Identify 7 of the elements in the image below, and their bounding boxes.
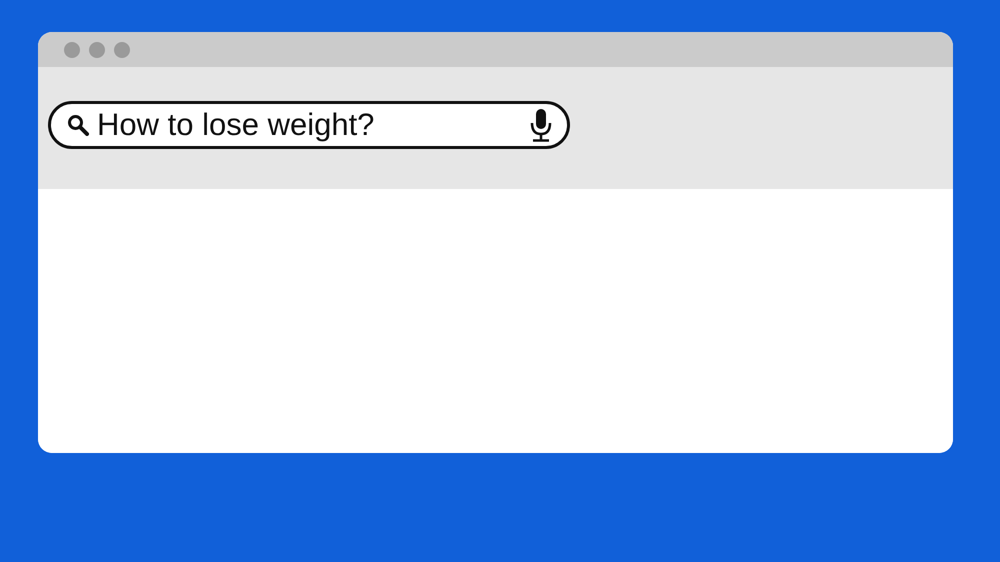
search-icon <box>67 114 89 136</box>
window-dot-icon[interactable] <box>114 42 130 58</box>
search-input[interactable]: How to lose weight? <box>97 107 521 143</box>
window-dot-icon[interactable] <box>89 42 105 58</box>
microphone-icon[interactable] <box>529 108 553 142</box>
search-field[interactable]: How to lose weight? <box>48 101 570 149</box>
window-dot-icon[interactable] <box>64 42 80 58</box>
